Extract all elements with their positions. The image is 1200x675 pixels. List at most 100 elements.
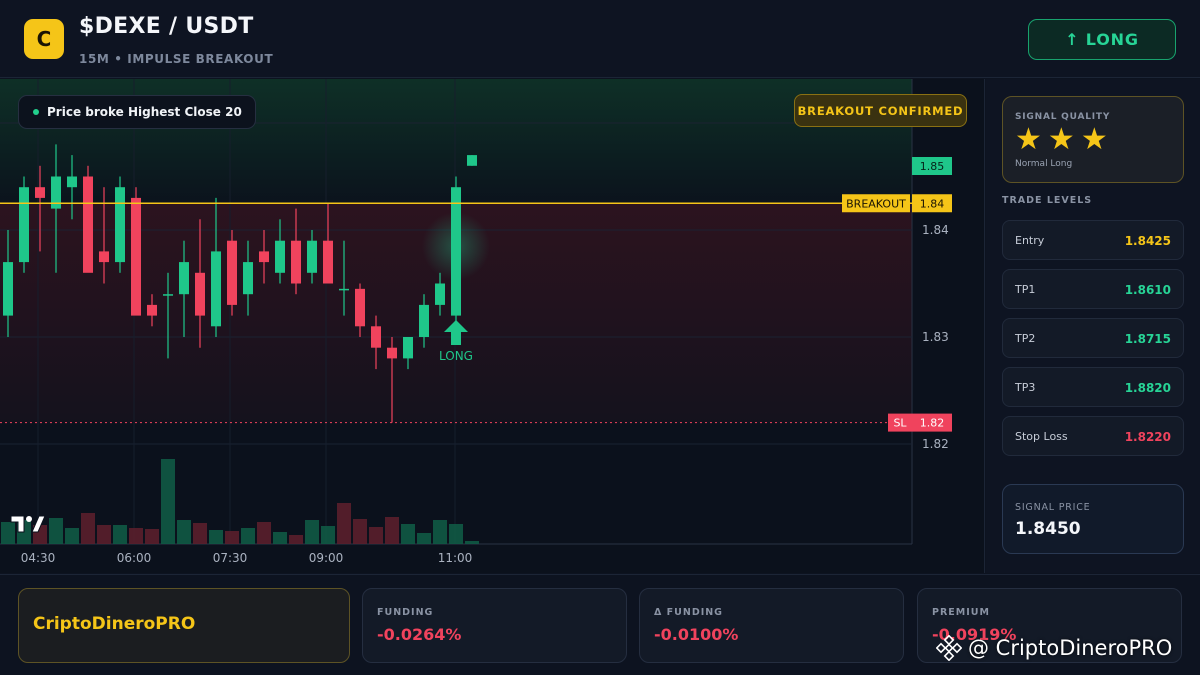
binance-logo-icon [936,635,962,661]
metric-label: FUNDING [377,607,434,618]
x-tick-label: 09:00 [309,551,344,565]
candle-body [35,187,45,198]
level-label: Stop Loss [1015,430,1068,443]
volume-bar [65,528,79,544]
level-label: TP1 [1015,283,1036,296]
quality-stars: ★ ★ ★ [1015,125,1108,155]
volume-bar [145,529,159,544]
volume-bar [225,531,239,544]
long-signal-label: LONG [439,349,473,363]
candle-body [451,187,461,316]
volume-bar [321,526,335,544]
candle-body [99,251,109,263]
level-value: 1.8820 [1124,381,1171,395]
volume-bar [449,524,463,544]
pair-title: $DEXE / USDT [79,14,254,39]
candle-body [211,251,221,327]
candle-body [355,288,365,327]
candle-body [419,304,429,337]
candle-body [147,304,157,316]
volume-bar [209,530,223,544]
candle-body [467,155,477,166]
funding-card: FUNDING -0.0264% [362,588,627,663]
signal-quality-card: SIGNAL QUALITY ★ ★ ★ Normal Long [1002,96,1184,183]
candle-body [435,283,445,305]
star-icon: ★ [1047,122,1075,157]
star-icon: ★ [1015,122,1042,157]
volume-bar [113,525,127,544]
volume-bar [289,535,303,544]
metric-value: -0.0264% [377,625,462,644]
candle-body [115,187,125,263]
volume-bar [417,533,431,544]
volume-bar [193,523,207,544]
metric-value: -0.0100% [654,625,739,644]
watermark: @ CriptoDineroPRO [936,635,1172,661]
volume-bar [257,522,271,544]
level-value: 1.8220 [1124,430,1171,444]
tradingview-logo-icon [10,515,46,533]
volume-bar [273,532,287,544]
delta-funding-card: Δ FUNDING -0.0100% [639,588,904,663]
candle-body [227,240,237,305]
candle-body [19,187,29,263]
level-label: Entry [1015,234,1045,247]
x-tick-label: 07:30 [213,551,248,565]
long-signal-button[interactable]: ↑ LONG [1028,19,1176,60]
volume-bar [177,520,191,544]
signal-subtitle: 15M • IMPULSE BREAKOUT [79,52,274,66]
breakout-confirmed-badge: BREAKOUT CONFIRMED [794,94,967,127]
candle-body [403,337,413,359]
annotation-text: Price broke Highest Close 20 [47,105,242,119]
volume-bar [353,519,367,544]
signal-quality-desc: Normal Long [1015,159,1073,169]
signal-panel: SIGNAL QUALITY ★ ★ ★ Normal Long TRADE L… [986,79,1200,573]
candle-body [243,262,253,295]
candle-body [275,240,285,273]
candle-body [259,251,269,263]
candle-body [195,272,205,316]
breakout-annotation: Price broke Highest Close 20 [18,95,256,129]
brand-name: CriptoDineroPRO [33,614,196,634]
candle-body [291,240,301,284]
level-value: 1.8610 [1124,283,1171,297]
volume-bar [433,520,447,544]
level-stop-loss: Stop Loss 1.8220 [1002,416,1184,456]
candle-body [163,294,173,296]
brand-card: CriptoDineroPRO [18,588,350,663]
y-tick-label: 1.84 [922,223,949,237]
candle-body [387,347,397,359]
x-tick-label: 11:00 [438,551,473,565]
level-tp2: TP2 1.8715 [1002,318,1184,358]
candle-body [67,176,77,188]
volume-bar [97,525,111,544]
candle-body [307,240,317,273]
candlestick-chart[interactable]: 1.85 1.84 1.83 1.82 04:30 06:00 07:30 09:00 11:0… [0,79,985,573]
candle-body [3,262,13,316]
sl-label: SL [893,417,907,430]
candle-body [339,288,349,291]
level-value: 1.8715 [1124,332,1171,346]
level-tp3: TP3 1.8820 [1002,367,1184,407]
level-label: TP3 [1015,381,1036,394]
metric-label: PREMIUM [932,607,990,618]
signal-price-label: SIGNAL PRICE [1015,502,1091,513]
candle-body [323,240,333,284]
price-chart[interactable]: 1.85 1.84 1.83 1.82 04:30 06:00 07:30 09:00 11:0… [0,79,985,573]
candle-body [131,197,141,316]
level-label: TP2 [1015,332,1036,345]
volume-bar [465,541,479,544]
signal-price-value: 1.8450 [1015,519,1081,539]
y-tick-label: 1.82 [922,437,949,451]
level-tp1: TP1 1.8610 [1002,269,1184,309]
volume-bar [241,528,255,544]
bottom-bar: CriptoDineroPRO FUNDING -0.0264% Δ FUNDI… [0,574,1200,675]
last-price-tag: 1.85 [920,160,945,173]
x-tick-label: 06:00 [117,551,152,565]
volume-bar [385,517,399,544]
trade-levels-title: TRADE LEVELS [1002,195,1093,206]
volume-bar [337,503,351,544]
header: C $DEXE / USDT 15M • IMPULSE BREAKOUT ↑ … [0,0,1200,78]
signal-price-card: SIGNAL PRICE 1.8450 [1002,484,1184,554]
volume-bar [81,513,95,544]
